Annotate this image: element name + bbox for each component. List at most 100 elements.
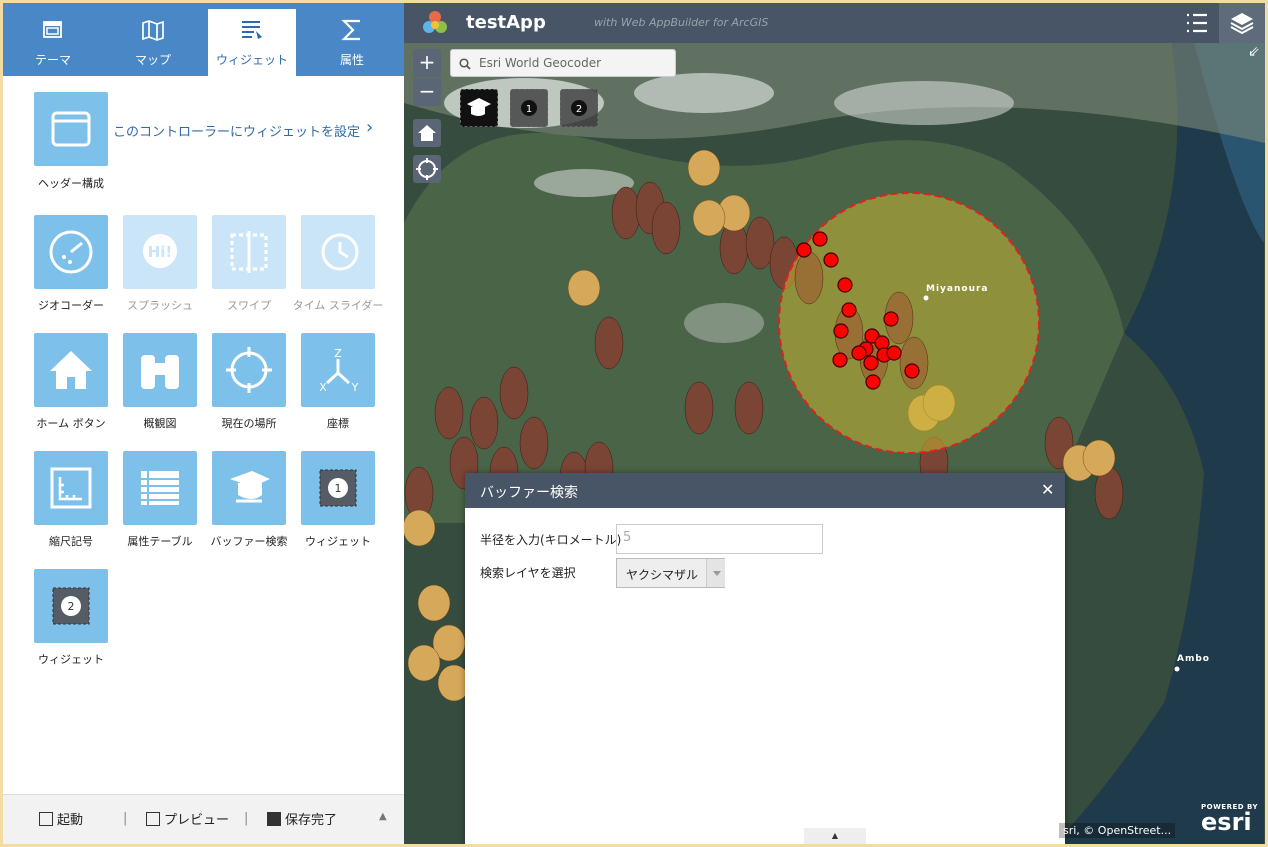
widget-tile-buffer-search[interactable] <box>212 451 286 525</box>
widget-tile-coordinate[interactable]: Z X Y <box>301 333 375 407</box>
placeholder-2-icon: 2 <box>52 587 90 625</box>
layer-label: 検索レイヤを選択 <box>480 566 576 580</box>
home-icon <box>418 125 436 141</box>
widget-label-splash: スプラッシュ <box>127 299 193 312</box>
map-attribution: sri, © OpenStreet... <box>1059 823 1176 838</box>
placeholder-1-icon: 1 <box>319 469 357 507</box>
list-icon[interactable] <box>1184 11 1210 35</box>
placeholder-1-number: 1 <box>335 482 342 495</box>
tab-theme[interactable]: テーマ <box>9 9 97 76</box>
widget-tile-placeholder-1[interactable]: 1 <box>301 451 375 525</box>
widget-label-placeholder-1: ウィジェット <box>305 535 371 548</box>
widget-tile-locate[interactable] <box>212 333 286 407</box>
builder-footer: 起動 | プレビュー | 保存完了 ▲ <box>3 794 404 844</box>
save-button[interactable]: 保存完了 <box>267 809 337 828</box>
buffer-search-widget-icon[interactable] <box>460 89 498 127</box>
zoom-out-button[interactable]: − <box>413 78 441 106</box>
preview-button[interactable]: プレビュー <box>146 809 229 828</box>
chevron-right-icon[interactable]: › <box>366 117 373 138</box>
widget-label-swipe: スワイプ <box>227 299 271 312</box>
config-panel: テーマ マップ ウィジェット 属性 このコントローラーにウィジェットを設定 › … <box>3 3 404 844</box>
geocoder-search-box[interactable]: Esri World Geocoder <box>450 49 676 77</box>
widget-icon <box>242 21 262 39</box>
map-icon <box>142 20 164 41</box>
radius-label: 半径を入力(キロメートル) <box>480 533 622 547</box>
save-label: 保存完了 <box>285 813 338 828</box>
placeholder-widget-1[interactable]: 1 <box>510 89 548 127</box>
widget-label-coordinate: 座標 <box>327 417 349 430</box>
search-placeholder: Esri World Geocoder <box>479 56 602 70</box>
time-slider-icon <box>321 233 359 271</box>
collapse-up-icon[interactable]: ▲ <box>379 811 387 822</box>
header-window-icon <box>51 111 91 147</box>
widget-tile-attribute-table[interactable] <box>123 451 197 525</box>
launch-button[interactable]: 起動 <box>39 809 83 828</box>
tab-widget-label: ウィジェット <box>215 53 288 67</box>
buffer-search-icon <box>467 98 491 116</box>
buffer-search-icon <box>230 471 270 503</box>
widget-tile-splash[interactable]: Hi! <box>123 215 197 289</box>
buffer-search-panel: バッファー検索 ✕ 半径を入力(キロメートル) 5 検索レイヤを選択 ヤクシマザ… <box>465 473 1065 844</box>
widget-tile-scalebar[interactable] <box>34 451 108 525</box>
placeholder-1-icon: 1 <box>521 100 537 116</box>
coordinate-icon: Z X Y <box>319 347 359 394</box>
zoom-in-button[interactable]: + <box>413 49 441 77</box>
widget-label-attribute-table: 属性テーブル <box>127 535 193 548</box>
home-button[interactable] <box>413 119 441 147</box>
preview-icon <box>146 812 160 826</box>
esri-logo: POWERED BY esri <box>1201 803 1258 836</box>
set-widget-link[interactable]: このコントローラーにウィジェットを設定 <box>113 121 360 140</box>
app-title: testApp <box>466 12 546 33</box>
svg-text:X: X <box>319 381 327 394</box>
collapse-panel-button[interactable]: ▲ <box>804 828 866 844</box>
binoculars-icon <box>141 355 179 389</box>
esri-brand: esri <box>1201 808 1252 836</box>
widget-tile-overview[interactable] <box>123 333 197 407</box>
map-label-miyanoura: Miyanoura <box>926 284 989 294</box>
tab-map-label: マップ <box>134 53 171 67</box>
locate-button[interactable] <box>413 155 441 183</box>
widget-label-placeholder-2: ウィジェット <box>38 653 104 666</box>
app-logo-icon <box>423 11 447 33</box>
header-config-tile[interactable] <box>34 92 108 166</box>
layer-list-button[interactable] <box>1219 3 1265 43</box>
tab-map[interactable]: マップ <box>109 9 197 76</box>
placeholder-widget-2[interactable]: 2 <box>560 89 598 127</box>
header-config-label: ヘッダー構成 <box>38 177 104 190</box>
preview-label: プレビュー <box>164 813 230 828</box>
splash-icon: Hi! <box>143 234 177 268</box>
svg-text:Y: Y <box>351 381 359 394</box>
widget-tile-geocoder[interactable] <box>34 215 108 289</box>
swipe-icon <box>230 231 268 273</box>
sigma-icon <box>341 19 360 41</box>
widget-label-time-slider: タイム スライダー <box>292 299 384 312</box>
widget-label-geocoder: ジオコーダー <box>38 299 104 312</box>
map-widget-1-number: 1 <box>526 104 532 115</box>
map-view[interactable]: Miyanoura Ambo testApp with Web AppBuild… <box>404 3 1265 844</box>
config-tab-bar: テーマ マップ ウィジェット 属性 <box>3 3 404 76</box>
layer-select[interactable]: ヤクシマザル <box>616 558 725 588</box>
map-widget-2-number: 2 <box>576 104 582 115</box>
close-icon[interactable]: ✕ <box>1041 480 1054 499</box>
layer-select-value: ヤクシマザル <box>626 568 699 582</box>
tab-widget[interactable]: ウィジェット <box>208 9 296 76</box>
widget-tile-time-slider[interactable] <box>301 215 375 289</box>
home-icon <box>50 351 92 389</box>
search-icon <box>459 58 471 70</box>
expand-icon[interactable]: ⇙ <box>1248 44 1260 60</box>
geocoder-icon <box>49 230 93 274</box>
placeholder-2-number: 2 <box>68 600 75 613</box>
widget-tile-swipe[interactable] <box>212 215 286 289</box>
builder-frame: テーマ マップ ウィジェット 属性 このコントローラーにウィジェットを設定 › … <box>3 3 1265 844</box>
svg-text:Hi!: Hi! <box>148 243 173 261</box>
widget-label-overview: 概観図 <box>143 417 177 430</box>
tab-attribute[interactable]: 属性 <box>308 9 396 76</box>
widget-tile-placeholder-2[interactable]: 2 <box>34 569 108 643</box>
chevron-down-icon <box>706 559 725 587</box>
radius-input[interactable]: 5 <box>616 524 823 554</box>
layers-icon <box>1230 13 1254 35</box>
app-header: testApp with Web AppBuilder for ArcGIS <box>404 3 1265 43</box>
widget-label-scalebar: 縮尺記号 <box>49 535 93 548</box>
footer-separator: | <box>123 811 128 826</box>
widget-tile-home[interactable] <box>34 333 108 407</box>
